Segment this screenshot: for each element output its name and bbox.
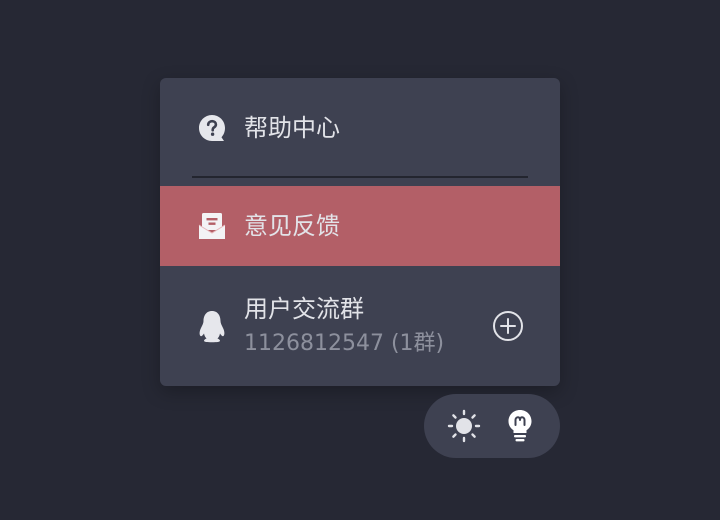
menu-item-feedback[interactable]: 意见反馈 bbox=[160, 186, 560, 266]
mail-icon bbox=[196, 210, 228, 242]
qq-penguin-icon bbox=[196, 310, 228, 343]
divider bbox=[192, 176, 528, 178]
plus-circle-icon bbox=[493, 311, 523, 341]
feedback-label: 意见反馈 bbox=[244, 212, 340, 240]
lightbulb-icon bbox=[508, 410, 532, 442]
user-group-text: 用户交流群 1126812547 (1群) bbox=[244, 297, 444, 355]
menu-item-help-center[interactable]: 帮助中心 bbox=[160, 78, 560, 178]
help-center-label: 帮助中心 bbox=[244, 114, 340, 142]
app-root: 帮助中心 意见反馈 用户交流群 1126812547 (1群) bbox=[0, 0, 720, 520]
floating-toolbar bbox=[424, 394, 560, 458]
help-menu-panel: 帮助中心 意见反馈 用户交流群 1126812547 (1群) bbox=[160, 78, 560, 386]
join-group-button[interactable] bbox=[492, 310, 524, 342]
group-number: 1126812547 (1群) bbox=[244, 331, 445, 356]
theme-toggle-button[interactable] bbox=[444, 406, 484, 446]
tips-button[interactable] bbox=[500, 406, 540, 446]
sun-icon bbox=[447, 409, 481, 443]
question-bubble-icon bbox=[196, 112, 228, 144]
user-group-label: 用户交流群 bbox=[244, 295, 364, 323]
menu-item-user-group[interactable]: 用户交流群 1126812547 (1群) bbox=[160, 266, 560, 386]
